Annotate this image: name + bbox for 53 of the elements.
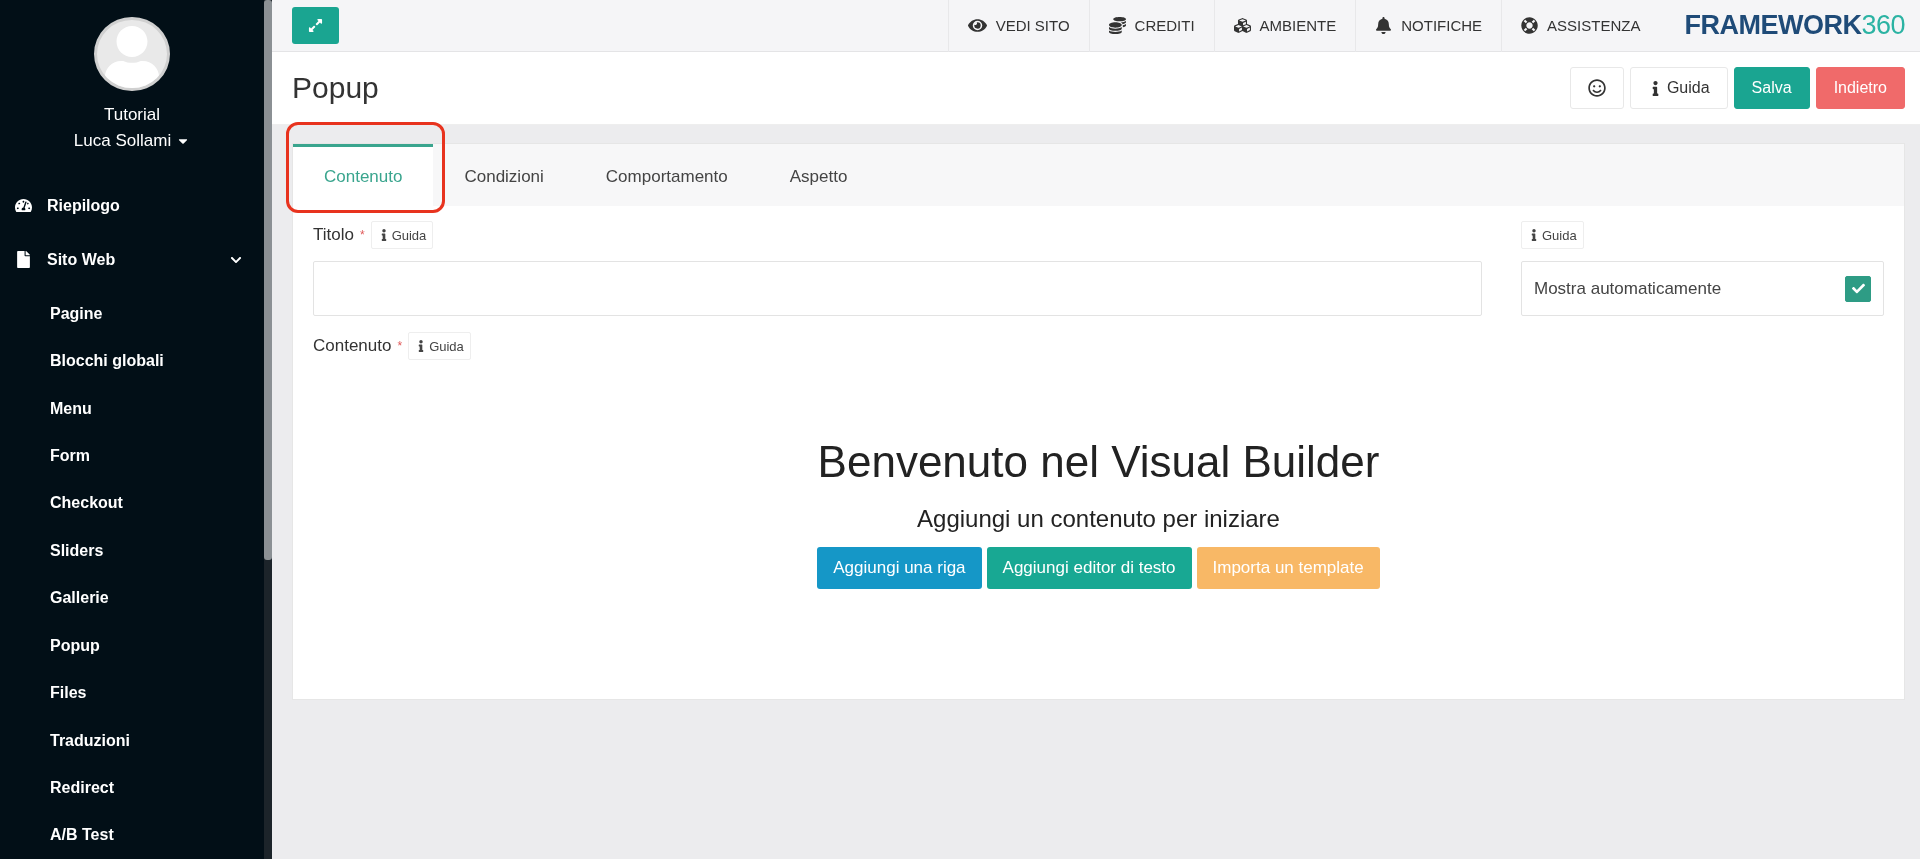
builder-heading: Benvenuto nel Visual Builder (817, 437, 1380, 487)
top-nav-link[interactable]: AMBIENTE (1213, 0, 1356, 52)
sidebar-item[interactable]: Riepilogo (0, 182, 264, 230)
guide-button[interactable]: Guida (370, 221, 434, 249)
tab[interactable]: Condizioni (433, 144, 575, 206)
sidebar-subitem[interactable]: Sliders (0, 527, 264, 575)
required-mark: * (359, 228, 365, 242)
sidebar-subitem[interactable]: Blocchi globali (0, 337, 264, 385)
guide-button[interactable]: Guida (408, 332, 471, 360)
checkbox-label: Mostra automaticamente (1534, 278, 1722, 299)
title-input-field[interactable] (313, 261, 1482, 316)
guide-button[interactable]: Guida (1521, 221, 1584, 249)
page-title: Popup (292, 71, 380, 105)
sidebar-subitem[interactable]: Traduzioni (0, 716, 264, 765)
field-label: Contenuto (313, 336, 392, 356)
sidebar-subitem[interactable]: Gallerie (0, 574, 264, 622)
tab[interactable]: Comportamento (574, 144, 759, 206)
sidebar-subitem[interactable]: Menu (0, 384, 264, 433)
check-icon (1851, 282, 1865, 295)
sidebar-subitem[interactable]: Form (0, 432, 264, 480)
scrollbar-thumb[interactable] (264, 0, 272, 560)
sidebar-subitem[interactable]: Files (0, 669, 264, 717)
field-label: Titolo (313, 225, 354, 245)
smiley-icon (1587, 79, 1606, 97)
file-icon (15, 251, 32, 269)
tab[interactable]: Aspetto (758, 144, 879, 206)
gauge-icon (15, 197, 32, 215)
emoji-button[interactable] (1569, 67, 1624, 109)
bell-icon (1375, 17, 1393, 34)
sidebar-subitem[interactable]: Checkout (0, 479, 264, 528)
coins-icon (1108, 17, 1126, 34)
top-nav-link[interactable]: VEDI SITO (947, 0, 1089, 52)
guide-button[interactable]: Guida (1629, 67, 1728, 109)
checkbox[interactable] (1845, 275, 1871, 302)
eye-icon (967, 16, 987, 35)
top-nav-link[interactable]: CREDITI (1088, 0, 1214, 52)
sidebar-subitem[interactable]: Popup (0, 621, 264, 670)
top-nav-link[interactable]: ASSISTENZA (1501, 0, 1660, 52)
logo-text[interactable]: FRAMEWORK360 (1659, 10, 1920, 41)
user-role: Tutorial (103, 104, 161, 127)
builder-subheading: Aggiungi un contenuto per iniziare (917, 505, 1280, 533)
expand-button[interactable] (292, 7, 339, 44)
sidebar-subitem[interactable]: Redirect (0, 764, 264, 812)
top-nav-link[interactable]: NOTIFICHE (1355, 0, 1502, 52)
sidebar-subitem[interactable]: A/B Test (0, 811, 264, 859)
expand-arrows-icon (308, 18, 323, 33)
cubes-icon (1233, 17, 1251, 34)
required-mark: * (397, 339, 403, 353)
user-name[interactable]: Luca Sollami (73, 128, 172, 155)
lifebuoy-icon (1521, 17, 1539, 34)
scrollbar-track[interactable] (264, 0, 272, 859)
sidebar-subitem[interactable]: Pagine (0, 290, 264, 338)
sidebar-item[interactable]: Sito Web (0, 236, 264, 283)
